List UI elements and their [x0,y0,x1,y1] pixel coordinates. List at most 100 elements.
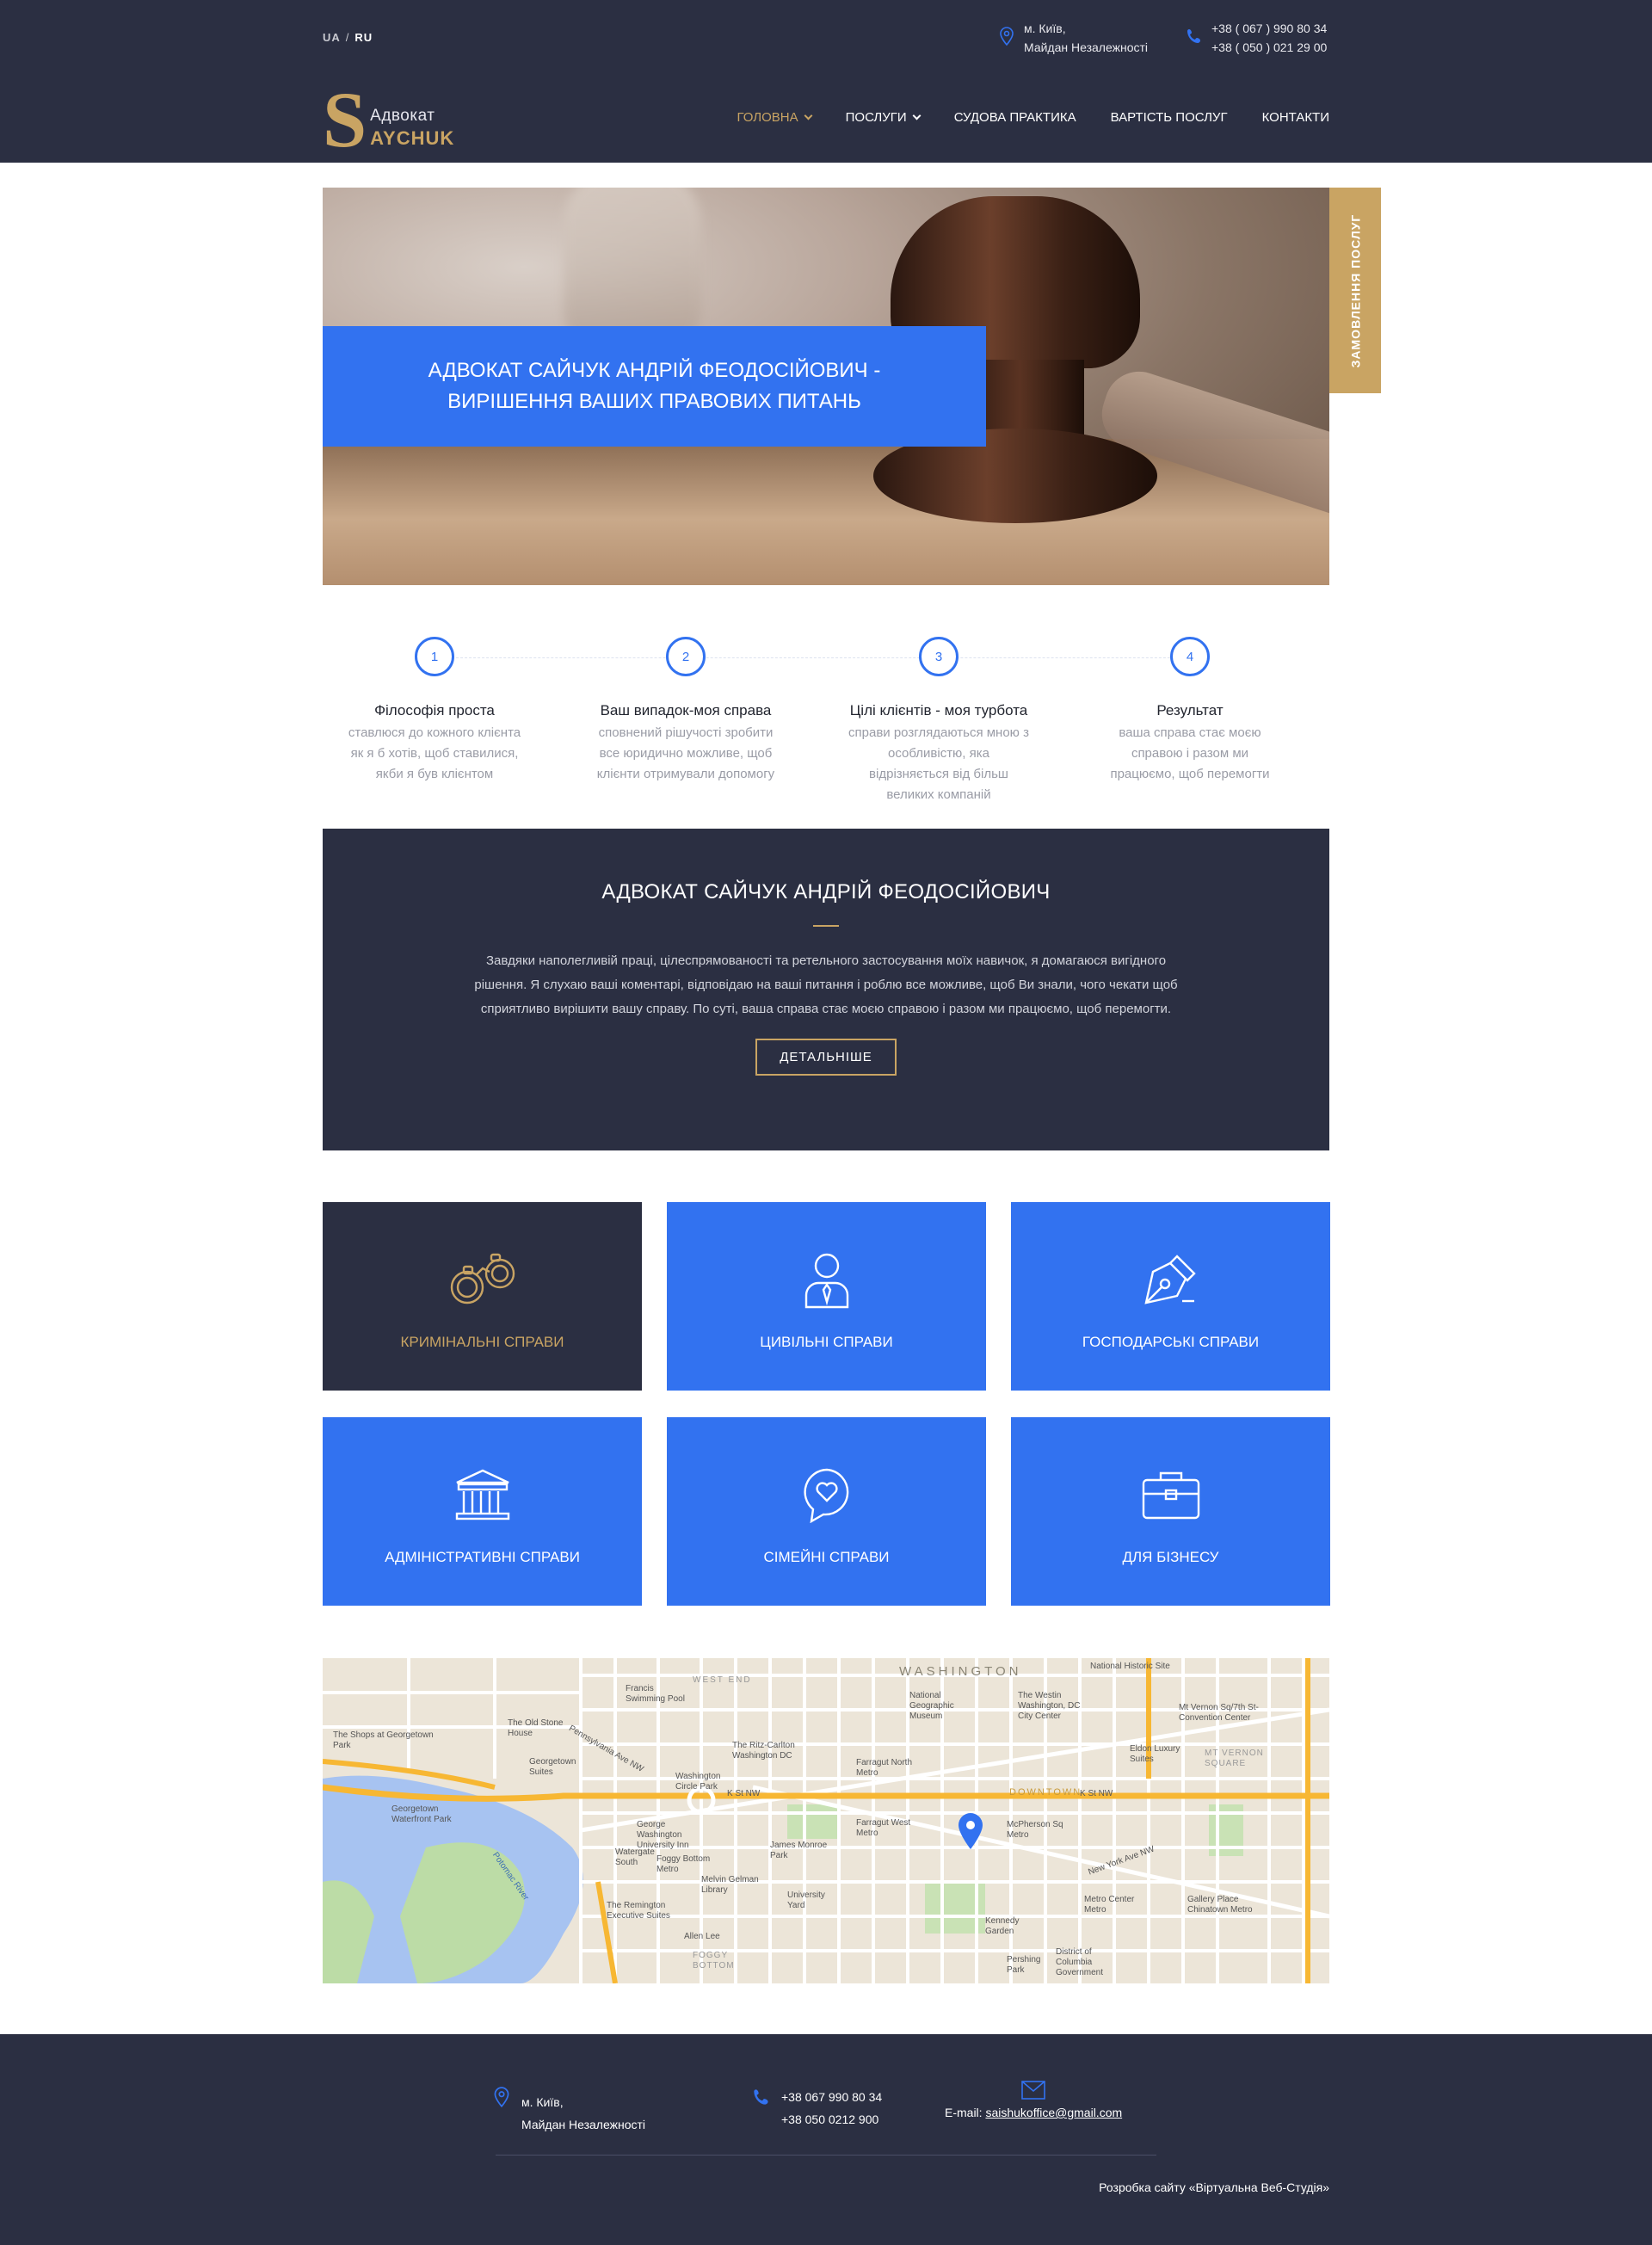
map-label-georgetown-park: The Shops at Georgetown Park [333,1730,434,1750]
map-label-kst2: K St NW [1080,1789,1113,1798]
service-civil[interactable]: ЦИВІЛЬНІ СПРАВИ [667,1202,986,1391]
map-label-mcpherson: McPherson Sq Metro [1007,1820,1063,1840]
footer-email-link[interactable]: saishukoffice@gmail.com [985,2106,1122,2119]
pen-nib-icon [1143,1255,1196,1304]
logo-line2: AYCHUK [370,127,455,149]
step-desc: сповнений рішучості зробити все юридично… [596,725,775,781]
step-number: 1 [415,637,454,676]
service-criminal[interactable]: КРИМІНАЛЬНІ СПРАВИ [323,1202,642,1391]
footer-email: E-mail: saishukoffice@gmail.com [945,2081,1122,2119]
site-logo[interactable]: S Адвокат AYCHUK [323,76,455,163]
nav-services[interactable]: ПОСЛУГИ [845,110,922,125]
map-label-foggy-bottom: FOGGY BOTTOM [693,1951,735,1971]
step-title: Результат [1156,702,1224,719]
lang-ua[interactable]: UA [323,31,341,44]
step-desc: ваша справа стає моєю справою і разом ми… [1110,725,1270,781]
map-label-natl-hist: National Historic Site [1090,1662,1170,1671]
more-button[interactable]: ДЕТАЛЬНІШЕ [755,1039,897,1076]
nav-contacts[interactable]: КОНТАКТИ [1262,110,1329,125]
footer-developer-credit[interactable]: Розробка сайту «Віртуальна Веб-Студія» [1099,2180,1329,2194]
lang-ru[interactable]: RU [354,31,373,44]
envelope-icon [1021,2081,1045,2100]
header-phone-2[interactable]: +38 ( 050 ) 021 29 00 [1211,38,1327,57]
step-1: 1 Філософія проста ставлюся до кожного к… [323,637,546,785]
nav-home[interactable]: ГОЛОВНА [737,110,813,125]
nav-court-practice-label: СУДОВА ПРАКТИКА [953,110,1076,125]
map-label-mt-vernon-sq: MT VERNON SQUARE [1205,1749,1264,1768]
map-label-melvin: Melvin Gelman Library [701,1875,759,1895]
map-label-waterfront: Georgetown Waterfront Park [391,1804,452,1824]
map-label-allen: Allen Lee [684,1932,720,1941]
service-label: ГОСПОДАРСЬКІ СПРАВИ [1082,1334,1260,1350]
nav-court-practice[interactable]: СУДОВА ПРАКТИКА [954,110,1076,125]
map-label-university-yard: University Yard [787,1890,825,1910]
order-service-label: ЗАМОВЛЕННЯ ПОСЛУГ [1348,213,1362,367]
step-2: 2 Ваш випадок-моя справа сповнений рішуч… [574,637,798,785]
map-label-foggy: Foggy Bottom Metro [656,1854,711,1874]
map-label-remington: The Remington Executive Suites [607,1901,670,1921]
main-nav: ГОЛОВНА ПОСЛУГИ СУДОВА ПРАКТИКА ВАРТІСТЬ… [737,110,1329,125]
footer-address: м. Київ, Майдан Незалежності [492,2086,645,2136]
service-commercial[interactable]: ГОСПОДАРСЬКІ СПРАВИ [1011,1202,1330,1391]
nav-prices-label: ВАРТІСТЬ ПОСЛУГ [1110,110,1228,125]
nav-home-label: ГОЛОВНА [737,110,798,125]
map-label-james-monroe: James Monroe Park [770,1841,828,1860]
lang-separator: / [345,31,350,44]
map-label-circle: Washington Circle Park [675,1772,721,1792]
footer-address-line2: Майдан Незалежності [521,2118,645,2131]
heart-chat-icon [803,1468,848,1523]
header-address-line2: Майдан Незалежності [1024,40,1148,54]
step-4: 4 Результат ваша справа стає моєю справо… [1078,637,1302,785]
hero-title: АДВОКАТ САЙЧУК АНДРІЙ ФЕОДОСІЙОВИЧ - ВИР… [428,359,881,413]
courthouse-icon [455,1469,509,1520]
nav-prices[interactable]: ВАРТІСТЬ ПОСЛУГ [1111,110,1228,125]
service-label: ДЛЯ БІЗНЕСУ [1122,1549,1219,1565]
order-service-tab[interactable]: ЗАМОВЛЕННЯ ПОСЛУГ [1329,188,1381,393]
phone-icon [754,2089,768,2105]
chevron-down-icon [804,111,813,120]
map-label-kennedy: Kennedy Garden [985,1916,1020,1936]
language-switcher: UA / RU [323,31,373,44]
map-pin-icon[interactable] [958,1813,983,1849]
header-address-line1: м. Київ, [1024,22,1066,35]
map-label-ritz: The Ritz-Carlton Washington DC [732,1741,795,1761]
service-administrative[interactable]: АДМІНІСТРАТИВНІ СПРАВИ [323,1417,642,1606]
nav-services-label: ПОСЛУГИ [845,110,907,125]
footer-phones: +38 067 990 80 34 +38 050 0212 900 [752,2086,882,2131]
step-number: 2 [666,637,706,676]
service-family[interactable]: СІМЕЙНІ СПРАВИ [667,1417,986,1606]
location-map[interactable]: WASHINGTON DOWNTOWN K St NW K St NW New … [323,1658,1329,1983]
footer-phone-2[interactable]: +38 050 0212 900 [781,2108,882,2131]
handcuffs-icon [450,1253,515,1304]
service-label: АДМІНІСТРАТИВНІ СПРАВИ [385,1549,580,1565]
service-business[interactable]: ДЛЯ БІЗНЕСУ [1011,1417,1330,1606]
map-label-farragut-w: Farragut West Metro [856,1818,911,1838]
map-label-pershing: Pershing Park [1007,1955,1041,1975]
header-phone-1[interactable]: +38 ( 067 ) 990 80 34 [1211,19,1327,38]
person-icon [804,1253,848,1309]
footer-phone-1[interactable]: +38 067 990 80 34 [781,2086,882,2108]
map-label-mt-vernon: Mt Vernon Sq/7th St-Convention Center [1179,1703,1259,1723]
phone-icon [1187,29,1200,43]
step-title: Ваш випадок-моя справа [600,702,772,719]
logo-line1: Адвокат [370,107,435,125]
location-pin-icon [1000,27,1014,46]
chevron-down-icon [912,111,922,120]
map-label-francis-pool: Francis Swimming Pool [626,1684,685,1704]
header-phones: +38 ( 067 ) 990 80 34 +38 ( 050 ) 021 29 … [1186,19,1327,57]
logo-letter: S [323,76,367,163]
map-label-gwu: George Washington University Inn [637,1820,689,1850]
step-title: Цілі клієнтів - моя турбота [849,702,1028,719]
briefcase-icon [1142,1471,1199,1520]
map-label-west-end: WEST END [693,1675,752,1685]
map-label-district-gov: District of Columbia Government [1056,1947,1104,1977]
map-label-downtown: DOWNTOWN [1009,1787,1082,1798]
hero-title-box: АДВОКАТ САЙЧУК АНДРІЙ ФЕОДОСІЙОВИЧ - ВИР… [323,326,986,447]
step-desc: ставлюся до кожного клієнта як я б хотів… [348,725,521,781]
map-label-national-geo: National Geographic Museum [909,1691,954,1721]
service-label: СІМЕЙНІ СПРАВИ [763,1549,890,1565]
about-title: АДВОКАТ САЙЧУК АНДРІЙ ФЕОДОСІЙОВИЧ [601,880,1051,904]
site-footer: м. Київ, Майдан Незалежності +38 067 990 … [0,2034,1652,2245]
footer-address-line1: м. Київ, [521,2095,564,2109]
service-label: ЦИВІЛЬНІ СПРАВИ [760,1334,893,1350]
